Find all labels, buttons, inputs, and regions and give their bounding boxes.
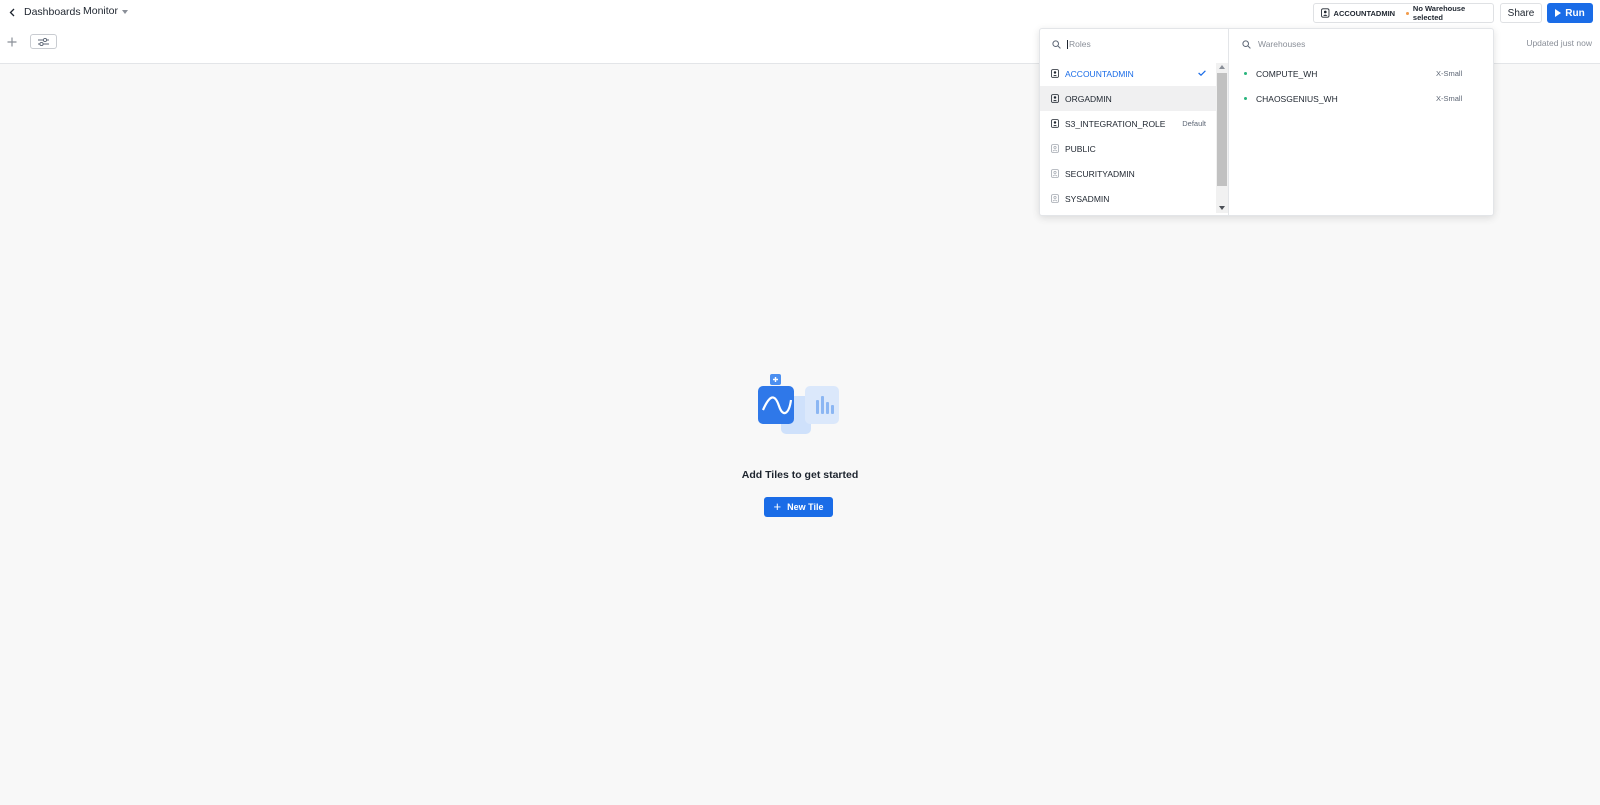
default-badge: Default (1182, 119, 1206, 128)
user-role-icon (1051, 144, 1059, 153)
role-item-s3-integration-role[interactable]: S3_INTEGRATION_ROLE Default (1040, 111, 1216, 136)
updated-status: Updated just now (1526, 38, 1592, 48)
new-tile-label: New Tile (787, 502, 824, 512)
dashboard-title: Monitor (83, 5, 119, 17)
role-label: PUBLIC (1065, 143, 1096, 154)
role-label: ACCOUNTADMIN (1065, 68, 1134, 79)
current-warehouse-label: No Warehouse selected (1412, 4, 1466, 22)
role-label: ORGADMIN (1065, 93, 1112, 104)
roles-search-input[interactable]: Roles (1069, 39, 1091, 49)
empty-dashboard-illustration (757, 374, 843, 444)
breadcrumb-dashboards[interactable]: Dashboards (24, 6, 81, 18)
roles-scrollbar[interactable] (1216, 63, 1228, 213)
run-label: Run (1565, 7, 1585, 19)
breadcrumb[interactable]: Dashboards (6, 5, 81, 19)
warehouses-search[interactable]: Warehouses (1230, 29, 1494, 59)
chevron-left-icon[interactable] (6, 5, 18, 19)
role-item-securityadmin[interactable]: SECURITYADMIN (1040, 161, 1216, 186)
empty-state-title: Add Tiles to get started (741, 469, 859, 481)
warehouse-size: X-Small (1436, 69, 1463, 78)
context-selector-button[interactable]: ACCOUNTADMIN No Warehouse selected (1313, 3, 1494, 23)
warehouse-status-dot (1244, 97, 1247, 100)
warehouse-status-dot (1406, 11, 1409, 15)
filter-settings-button[interactable] (30, 34, 57, 49)
user-role-icon (1051, 94, 1059, 103)
warehouse-item-chaosgenius-wh[interactable]: CHAOSGENIUS_WH X-Small (1230, 86, 1494, 111)
warehouses-column: Warehouses COMPUTE_WH X-Small CHAOSGENIU… (1230, 29, 1494, 215)
role-label: SYSADMIN (1065, 193, 1110, 204)
warehouse-status-dot (1244, 72, 1247, 75)
scrollbar-thumb[interactable] (1217, 73, 1227, 186)
sliders-icon (38, 37, 49, 46)
new-tile-button[interactable]: + New Tile (764, 497, 833, 517)
add-icon[interactable] (5, 35, 19, 49)
context-dropdown: Roles ACCOUNTADMIN ORGADMIN S3_INTEGRATI… (1039, 28, 1494, 216)
current-role-label: ACCOUNTADMIN (1333, 8, 1396, 18)
user-role-icon (1321, 8, 1330, 18)
role-item-sysadmin[interactable]: SYSADMIN (1040, 186, 1216, 211)
search-icon (1242, 39, 1251, 49)
caret-down-icon (122, 9, 129, 14)
user-role-icon (1051, 194, 1059, 203)
warehouse-label: CHAOSGENIUS_WH (1256, 93, 1338, 104)
search-icon (1052, 39, 1061, 49)
warehouses-search-input[interactable]: Warehouses (1258, 39, 1305, 49)
role-label: SECURITYADMIN (1065, 168, 1135, 179)
role-item-accountadmin[interactable]: ACCOUNTADMIN (1040, 61, 1216, 86)
warehouse-label: COMPUTE_WH (1256, 68, 1318, 79)
run-button[interactable]: Run (1547, 3, 1593, 23)
user-role-icon (1051, 169, 1059, 178)
role-item-orgadmin[interactable]: ORGADMIN (1040, 86, 1216, 111)
play-icon (1555, 9, 1562, 17)
roles-column: Roles ACCOUNTADMIN ORGADMIN S3_INTEGRATI… (1040, 29, 1229, 215)
checkmark-icon (1198, 69, 1206, 78)
scroll-down-arrow-icon[interactable] (1219, 206, 1225, 210)
scroll-up-arrow-icon[interactable] (1219, 65, 1225, 69)
role-item-public[interactable]: PUBLIC (1040, 136, 1216, 161)
role-label: S3_INTEGRATION_ROLE (1065, 118, 1166, 129)
roles-search[interactable]: Roles (1040, 29, 1228, 59)
share-button[interactable]: Share (1500, 3, 1542, 23)
warehouse-size: X-Small (1436, 94, 1463, 103)
warehouse-item-compute-wh[interactable]: COMPUTE_WH X-Small (1230, 61, 1494, 86)
plus-icon: + (773, 498, 782, 514)
user-role-icon (1051, 69, 1059, 78)
user-role-icon (1051, 119, 1059, 128)
dashboard-title-dropdown[interactable]: Monitor (83, 5, 129, 17)
text-cursor (1067, 39, 1068, 49)
